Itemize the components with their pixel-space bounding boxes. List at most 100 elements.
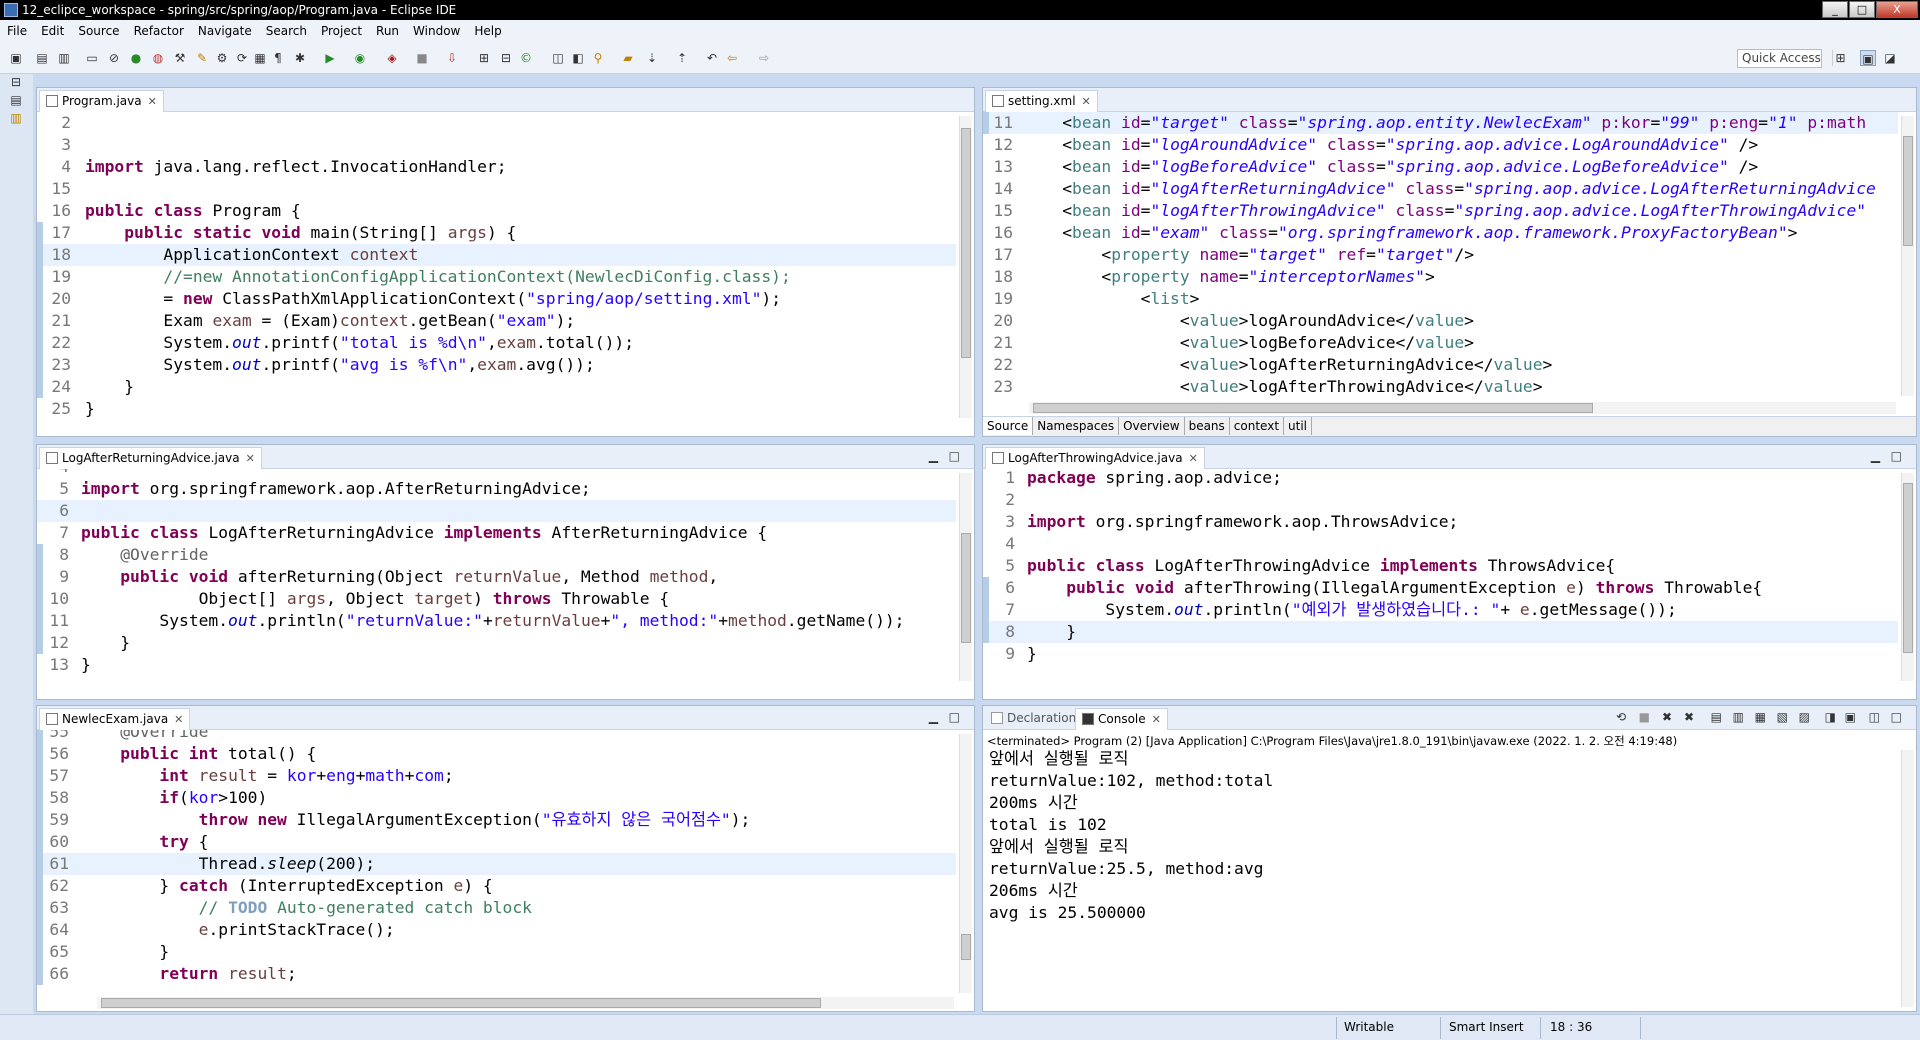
tool-icon[interactable]: ⚙ bbox=[214, 50, 230, 66]
new-icon[interactable]: ▣ bbox=[8, 50, 24, 66]
program-code[interactable]: 2 3 4 import java.lang.reflect.InvocationHa… bbox=[37, 112, 956, 422]
code-line[interactable]: 17 public static void main(String[] args… bbox=[37, 222, 956, 244]
prev-annotation-icon[interactable]: ⇡ bbox=[674, 50, 690, 66]
code-line[interactable]: 11 <bean id="target" class="spring.aop.e… bbox=[983, 112, 1898, 134]
close-icon[interactable]: ✕ bbox=[1082, 95, 1091, 108]
tab-util[interactable]: util bbox=[1284, 417, 1313, 435]
code-line[interactable]: 2 bbox=[983, 489, 1898, 511]
code-line[interactable]: 14 <bean id="logAfterReturningAdvice" cl… bbox=[983, 178, 1898, 200]
pin-console-icon[interactable]: ◨ bbox=[1825, 710, 1836, 724]
code-line[interactable]: 55 @Override bbox=[37, 730, 956, 743]
code-line[interactable]: 23 <value>logAfterThrowingAdvice</value> bbox=[983, 376, 1898, 398]
code-line[interactable]: 64 e.printStackTrace(); bbox=[37, 919, 956, 941]
tab-namespaces[interactable]: Namespaces bbox=[1033, 417, 1120, 435]
code-line[interactable]: 9 public void afterReturning(Object retu… bbox=[37, 566, 956, 588]
word-wrap-icon[interactable]: ▦ bbox=[1755, 710, 1766, 724]
code-line[interactable]: 19 <list> bbox=[983, 288, 1898, 310]
code-line[interactable]: 16 <bean id="exam" class="org.springfram… bbox=[983, 222, 1898, 244]
code-line[interactable]: 25} bbox=[37, 398, 956, 420]
code-line[interactable]: 18 <property name="interceptorNames"> bbox=[983, 266, 1898, 288]
new-package-icon[interactable]: ⊟ bbox=[498, 50, 514, 66]
code-line[interactable]: 12 <bean id="logAroundAdvice" class="spr… bbox=[983, 134, 1898, 156]
code-line[interactable]: 15 bbox=[37, 178, 956, 200]
terminal-icon[interactable]: ▭ bbox=[84, 50, 100, 66]
scroll-lock-icon[interactable]: ▥ bbox=[1733, 710, 1744, 724]
open-perspective-icon[interactable]: ⊞ bbox=[1832, 50, 1848, 66]
tab-setting-xml[interactable]: setting.xml ✕ bbox=[985, 90, 1098, 112]
setting-code[interactable]: 11 <bean id="target" class="spring.aop.e… bbox=[983, 112, 1898, 402]
wand-icon[interactable]: ✎ bbox=[194, 50, 210, 66]
display-console-icon[interactable]: ▣ bbox=[1845, 710, 1856, 724]
tab-log-after-throwing[interactable]: LogAfterThrowingAdvice.java ✕ bbox=[985, 447, 1205, 469]
debug-icon[interactable]: ✱ bbox=[292, 50, 308, 66]
external-tools-icon[interactable]: ◈ bbox=[384, 50, 400, 66]
server-stop-icon[interactable]: ◍ bbox=[150, 50, 166, 66]
code-line[interactable]: 3 bbox=[37, 134, 956, 156]
close-icon[interactable]: ✕ bbox=[1189, 452, 1198, 465]
menu-window[interactable]: Window bbox=[406, 20, 467, 42]
tab-console[interactable]: Console ✕ bbox=[1075, 708, 1168, 730]
close-icon[interactable]: ✕ bbox=[246, 452, 255, 465]
vertical-scrollbar[interactable] bbox=[1901, 473, 1914, 681]
clear-console-icon[interactable]: ▤ bbox=[1711, 710, 1722, 724]
vertical-scrollbar[interactable] bbox=[959, 116, 972, 418]
returning-code[interactable]: 45 import org.springframework.aop.AfterRe… bbox=[37, 469, 956, 685]
close-icon[interactable]: ✕ bbox=[148, 95, 157, 108]
navigator-icon[interactable]: ▥ bbox=[8, 110, 24, 126]
menu-run[interactable]: Run bbox=[369, 20, 406, 42]
code-line[interactable]: 61 Thread.sleep(200); bbox=[37, 853, 956, 875]
code-line[interactable]: 15 <bean id="logAfterThrowingAdvice" cla… bbox=[983, 200, 1898, 222]
code-line[interactable]: 10 Object[] args, Object target) throws … bbox=[37, 588, 956, 610]
show-on-err-icon[interactable]: ▨ bbox=[1799, 710, 1810, 724]
menu-edit[interactable]: Edit bbox=[34, 20, 71, 42]
quick-access-input[interactable]: Quick Access bbox=[1737, 49, 1822, 68]
coverage-icon[interactable]: ◉ bbox=[352, 50, 368, 66]
tab-program-java[interactable]: Program.java ✕ bbox=[39, 90, 164, 112]
last-edit-icon[interactable]: ↶ bbox=[704, 50, 720, 66]
horizontal-scrollbar[interactable] bbox=[1029, 402, 1896, 414]
code-line[interactable]: 21 <value>logBeforeAdvice</value> bbox=[983, 332, 1898, 354]
code-line[interactable]: 7 public class LogAfterReturningAdvice im… bbox=[37, 522, 956, 544]
tab-log-after-returning[interactable]: LogAfterReturningAdvice.java ✕ bbox=[39, 447, 262, 469]
maximize-icon[interactable]: □ bbox=[1891, 449, 1902, 463]
throwing-code[interactable]: 1 package spring.aop.advice; 2 3 import org.… bbox=[983, 469, 1898, 685]
console-output[interactable]: 앞에서 실행될 로직 returnValue:102, method:total 2… bbox=[983, 750, 1898, 1011]
menu-navigate[interactable]: Navigate bbox=[191, 20, 259, 42]
code-line[interactable]: 66 return result; bbox=[37, 963, 956, 985]
close-icon[interactable]: ✕ bbox=[1152, 713, 1161, 726]
server-start-icon[interactable]: ● bbox=[128, 50, 144, 66]
code-line[interactable]: 58 if(kor>100) bbox=[37, 787, 956, 809]
show-on-out-icon[interactable]: ▧ bbox=[1777, 710, 1788, 724]
skip-breakpoints-icon[interactable]: ⊘ bbox=[106, 50, 122, 66]
open-folder-icon[interactable]: ▰ bbox=[620, 50, 636, 66]
code-line[interactable]: 5 public class LogAfterThrowingAdvice imp… bbox=[983, 555, 1898, 577]
code-line[interactable]: 6 public void afterThrowing(IllegalArgum… bbox=[983, 577, 1898, 599]
stop-icon[interactable]: ■ bbox=[414, 50, 430, 66]
code-line[interactable]: 11 System.out.println("returnValue:"+ret… bbox=[37, 610, 956, 632]
maximize-icon[interactable]: □ bbox=[949, 449, 960, 463]
back-icon[interactable]: ⇦ bbox=[724, 50, 740, 66]
code-line[interactable]: 21 Exam exam = (Exam)context.getBean("ex… bbox=[37, 310, 956, 332]
code-line[interactable]: 59 throw new IllegalArgumentException("유… bbox=[37, 809, 956, 831]
tab-overview[interactable]: Overview bbox=[1119, 417, 1185, 435]
code-line[interactable]: 24 } bbox=[37, 376, 956, 398]
pin-icon[interactable]: ⟲ bbox=[1616, 710, 1626, 724]
horizontal-scrollbar[interactable] bbox=[97, 997, 954, 1009]
code-line[interactable]: 23 System.out.printf("avg is %f\n",exam.… bbox=[37, 354, 956, 376]
minimize-icon[interactable]: ▁ bbox=[929, 449, 938, 463]
code-line[interactable]: 2 bbox=[37, 112, 956, 134]
code-line[interactable]: 65 } bbox=[37, 941, 956, 963]
refresh-icon[interactable]: ⟳ bbox=[234, 50, 250, 66]
run-icon[interactable]: ▶ bbox=[322, 50, 338, 66]
code-line[interactable]: 60 try { bbox=[37, 831, 956, 853]
code-line[interactable]: 5 import org.springframework.aop.AfterRet… bbox=[37, 478, 956, 500]
vertical-scrollbar[interactable] bbox=[959, 734, 972, 993]
search-icon[interactable]: ⚲ bbox=[590, 50, 606, 66]
code-line[interactable]: 8 } bbox=[983, 621, 1898, 643]
code-line[interactable]: 20 <value>logAroundAdvice</value> bbox=[983, 310, 1898, 332]
code-line[interactable]: 6 bbox=[37, 500, 956, 522]
terminate-icon[interactable]: ■ bbox=[1639, 710, 1650, 724]
minimize-button[interactable]: _ bbox=[1822, 1, 1848, 18]
open-console-icon[interactable]: ◫ bbox=[1869, 710, 1880, 724]
code-line[interactable]: 13} bbox=[37, 654, 956, 676]
